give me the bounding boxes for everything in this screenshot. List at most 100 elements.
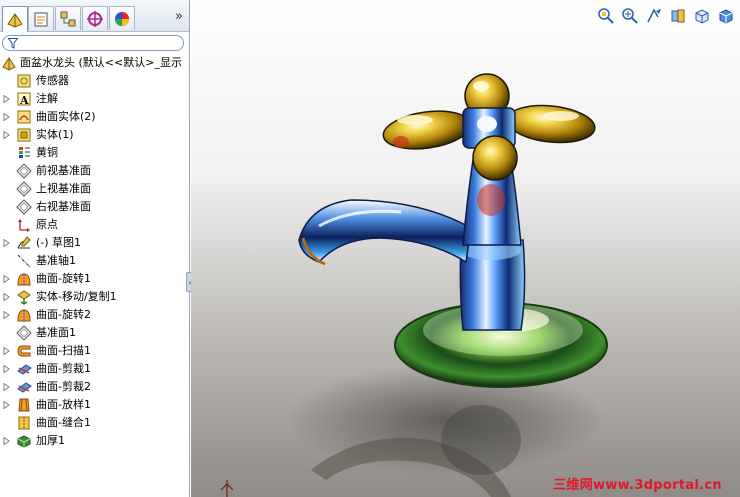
expand-arrow-icon[interactable] xyxy=(3,239,10,247)
zoom-to-area-button[interactable] xyxy=(620,6,640,26)
tree-item-label: 基准轴1 xyxy=(36,254,76,267)
svg-text:A: A xyxy=(19,94,29,107)
faucet-model xyxy=(220,73,608,497)
more-tabs-button[interactable]: » xyxy=(175,9,183,24)
zoom-to-area-icon xyxy=(622,8,638,24)
plane-icon xyxy=(16,181,32,197)
tree-filter-input[interactable] xyxy=(2,35,184,51)
tree-item[interactable]: 原点 xyxy=(0,216,188,234)
section-view-icon xyxy=(671,9,685,23)
feature-manager-panel: » 面盆水龙头 (默认<<默认>_显示传感器 A 注解曲面实体(2) 实体(1) 黄铜前… xyxy=(0,0,194,497)
surface-sweep-icon xyxy=(16,343,32,359)
surface-bodies-icon xyxy=(16,109,32,125)
tree-item-label: 传感器 xyxy=(36,74,69,87)
axis-icon xyxy=(16,253,32,269)
previous-view-button[interactable] xyxy=(644,6,664,26)
sensors-icon xyxy=(16,73,32,89)
surface-trim-icon xyxy=(16,379,32,395)
dimxpert-tab[interactable] xyxy=(82,6,108,30)
expand-arrow-icon[interactable] xyxy=(3,113,10,121)
tree-item-label: 实体(1) xyxy=(36,128,74,141)
display-style-icon xyxy=(719,9,733,24)
tree-item[interactable]: 实体-移动/复制1 xyxy=(0,288,188,306)
tree-item-label: 曲面-缝合1 xyxy=(36,416,91,429)
property-manager-tab-icon xyxy=(34,12,48,26)
expand-arrow-icon[interactable] xyxy=(3,401,10,409)
zoom-to-fit-button[interactable] xyxy=(596,6,616,26)
tree-item-label: 曲面实体(2) xyxy=(36,110,96,123)
expand-arrow-icon[interactable] xyxy=(3,347,10,355)
expand-arrow-icon[interactable] xyxy=(3,365,10,373)
tree-item-label: 曲面-扫描1 xyxy=(36,344,91,357)
plane-icon xyxy=(16,163,32,179)
view-orientation-button[interactable] xyxy=(692,6,712,26)
zoom-to-fit-icon xyxy=(598,8,614,24)
configuration-manager-tab[interactable] xyxy=(55,6,81,30)
surface-knit-icon xyxy=(16,415,32,431)
tree-item[interactable]: 曲面-扫描1 xyxy=(0,342,188,360)
expand-arrow-icon[interactable] xyxy=(3,437,10,445)
tree-item[interactable]: 传感器 xyxy=(0,72,188,90)
tree-item-label: 面盆水龙头 (默认<<默认>_显示 xyxy=(20,56,182,69)
tree-item[interactable]: 曲面-剪裁2 xyxy=(0,378,188,396)
material-icon xyxy=(16,145,32,161)
expand-arrow-icon[interactable] xyxy=(3,383,10,391)
tree-item[interactable]: 曲面-放样1 xyxy=(0,396,188,414)
tree-item[interactable]: 黄铜 xyxy=(0,144,188,162)
root-part-icon xyxy=(1,55,17,71)
tree-item[interactable]: 右视基准面 xyxy=(0,198,188,216)
tree-item-label: 注解 xyxy=(36,92,58,105)
tree-item-label: 原点 xyxy=(36,218,58,231)
tree-item-label: 上视基准面 xyxy=(36,182,91,195)
tree-item-label: 曲面-放样1 xyxy=(36,398,91,411)
expand-arrow-icon[interactable] xyxy=(3,275,10,283)
tree-item-label: 实体-移动/复制1 xyxy=(36,290,117,303)
surface-revolve-icon xyxy=(16,307,32,323)
plane-icon xyxy=(16,325,32,341)
tree-item[interactable]: A 注解 xyxy=(0,90,188,108)
tree-item-label: 基准面1 xyxy=(36,326,76,339)
tree-item-label: 曲面-旋转2 xyxy=(36,308,91,321)
thicken-icon xyxy=(16,433,32,449)
section-view-button[interactable] xyxy=(668,6,688,26)
tree-item-label: 黄铜 xyxy=(36,146,58,159)
plane-icon xyxy=(16,199,32,215)
panel-tab-bar: » xyxy=(0,0,189,32)
surface-trim-icon xyxy=(16,361,32,377)
tree-item[interactable]: 实体(1) xyxy=(0,126,188,144)
display-manager-tab-icon xyxy=(115,11,129,26)
surface-loft-icon xyxy=(16,397,32,413)
tree-item-label: 曲面-剪裁2 xyxy=(36,380,91,393)
tree-item[interactable]: 曲面-缝合1 xyxy=(0,414,188,432)
tree-item[interactable]: 上视基准面 xyxy=(0,180,188,198)
feature-manager-tab[interactable] xyxy=(2,6,28,32)
expand-arrow-icon[interactable] xyxy=(3,95,10,103)
expand-arrow-icon[interactable] xyxy=(3,311,10,319)
tree-item-label: 曲面-旋转1 xyxy=(36,272,91,285)
expand-arrow-icon[interactable] xyxy=(3,131,10,139)
tree-root-part[interactable]: 面盆水龙头 (默认<<默认>_显示 xyxy=(0,54,188,72)
tree-item[interactable]: 基准面1 xyxy=(0,324,188,342)
display-style-button[interactable] xyxy=(716,6,736,26)
display-manager-tab[interactable] xyxy=(109,6,135,30)
tree-item[interactable]: (-) 草图1 xyxy=(0,234,188,252)
origin-icon xyxy=(16,217,32,233)
tree-item-label: (-) 草图1 xyxy=(36,236,82,249)
tree-item[interactable]: 曲面实体(2) xyxy=(0,108,188,126)
expand-arrow-icon[interactable] xyxy=(3,293,10,301)
watermark-text: 三维网www.3dportal.cn xyxy=(553,478,722,493)
filter-icon xyxy=(8,38,18,49)
property-manager-tab[interactable] xyxy=(28,6,54,30)
feature-manager-tab-icon xyxy=(7,12,23,28)
surface-revolve-icon xyxy=(16,271,32,287)
tree-item[interactable]: 基准轴1 xyxy=(0,252,188,270)
filter-row xyxy=(0,34,189,54)
tree-item[interactable]: 前视基准面 xyxy=(0,162,188,180)
tree-item[interactable]: 加厚1 xyxy=(0,432,188,450)
tree-item[interactable]: 曲面-剪裁1 xyxy=(0,360,188,378)
graphics-viewport[interactable]: 三维网www.3dportal.cn xyxy=(191,0,740,497)
tree-item[interactable]: 曲面-旋转2 xyxy=(0,306,188,324)
configuration-manager-tab-icon xyxy=(60,11,76,26)
tree-item[interactable]: 曲面-旋转1 xyxy=(0,270,188,288)
sketch-icon xyxy=(16,235,32,251)
